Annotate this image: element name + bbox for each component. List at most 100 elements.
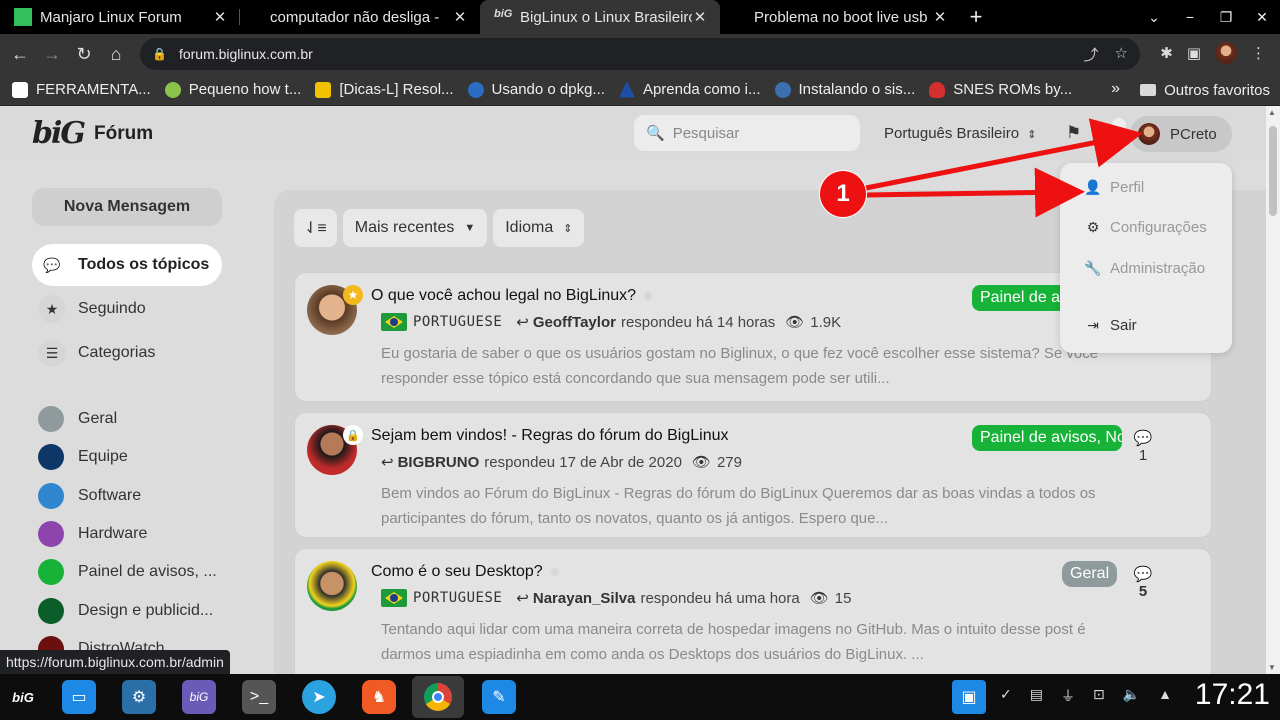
topic-title[interactable]: O que você achou legal no BigLinux? [371, 287, 653, 305]
sort-dropdown[interactable]: Mais recentes ▼ [342, 209, 488, 247]
extensions-icon[interactable]: ✱ [1160, 44, 1173, 62]
check-icon[interactable]: ✓ [1000, 686, 1012, 706]
bookmark-item[interactable]: Aprenda como i... [618, 81, 761, 98]
avatar [1138, 123, 1160, 145]
start-menu-logo-icon[interactable]: biG [6, 680, 40, 714]
close-tab-icon[interactable]: ✕ [932, 8, 948, 26]
sidebar-item-categories[interactable]: ☰ Categorias [32, 332, 224, 374]
notification-dot[interactable] [1112, 118, 1126, 132]
clock[interactable]: 17:21 [1195, 678, 1270, 712]
minimize-icon[interactable]: − [1172, 9, 1208, 25]
reload-icon[interactable]: ↻ [68, 44, 100, 65]
topic-title[interactable]: Como é o seu Desktop? [371, 563, 559, 581]
scrollbar-thumb[interactable] [1269, 126, 1277, 216]
side-panel-icon[interactable]: ▣ [1187, 44, 1201, 62]
reply-icon: ↩ [516, 314, 529, 331]
topic-card[interactable]: Como é o seu Desktop? PORTUGUESE ↩ Naray… [294, 548, 1212, 674]
tab-search-icon[interactable]: ⌄ [1136, 9, 1172, 26]
menu-item-settings[interactable]: ⚙ Configurações [1084, 219, 1207, 236]
usb-icon[interactable]: ⏚ [1061, 686, 1075, 706]
clipboard-icon[interactable]: ▤ [1030, 686, 1043, 706]
menu-item-admin[interactable]: 🔧 Administração [1084, 260, 1205, 277]
url-bar[interactable]: 🔒 forum.biglinux.com.br ⤴ ☆ [140, 38, 1140, 70]
tray-expand-icon[interactable]: ▲ [1158, 686, 1172, 706]
pinned-star-icon: ★ [343, 285, 363, 305]
language-selector[interactable]: Português Brasileiro ⇕ [884, 125, 1036, 142]
bookmark-item[interactable]: FERRAMENTA... [12, 81, 151, 98]
close-tab-icon[interactable]: ✕ [212, 8, 228, 26]
text-editor-icon[interactable]: ✎ [482, 680, 516, 714]
gear-icon: ⚙ [1086, 219, 1100, 235]
close-tab-icon[interactable]: ✕ [452, 8, 468, 26]
more-bookmarks-chevron-icon[interactable]: » [1111, 80, 1120, 98]
mushroom-icon [929, 81, 946, 98]
volume-icon[interactable]: 🔈 [1123, 686, 1140, 706]
browser-tab-problema-boot[interactable]: Problema no boot live usb ✕ [720, 0, 960, 34]
menu-kebab-icon[interactable]: ⋮ [1251, 44, 1266, 62]
topic-user[interactable]: Narayan_Silva [533, 590, 636, 607]
bookmarks-bar: FERRAMENTA... Pequeno how t... [Dicas-L]… [0, 74, 1280, 106]
file-manager-icon[interactable]: ▭ [62, 680, 96, 714]
bookmark-item[interactable]: Usando o dpkg... [467, 81, 605, 98]
forum-logo[interactable]: biG Fórum [32, 116, 153, 151]
share-icon[interactable]: ⤴ [1084, 44, 1099, 65]
category-equipe[interactable]: Equipe [32, 438, 224, 476]
sidebar-item-all-topics[interactable]: 💬 Todos os tópicos [32, 244, 222, 286]
biglinux-app-icon[interactable]: biG [182, 680, 216, 714]
other-bookmarks-folder[interactable]: Outros favoritos [1140, 74, 1270, 106]
browser-tab-biglinux[interactable]: biG BigLinux o Linux Brasileiro ✕ [480, 0, 720, 34]
flag-icon[interactable]: ⚑ [1066, 123, 1081, 143]
bookmark-item[interactable]: Pequeno how t... [164, 81, 301, 98]
close-window-icon[interactable]: ✕ [1244, 9, 1280, 26]
browser-tab-manjaro[interactable]: Manjaro Linux Forum ✕ [0, 0, 240, 34]
topic-action: respondeu 17 de Abr de 2020 [484, 453, 682, 471]
chrome-icon[interactable] [412, 676, 464, 718]
topic-card[interactable]: 🔒 Sejam bem vindos! - Regras do fórum do… [294, 412, 1212, 538]
browser-tab-bar: Manjaro Linux Forum ✕ computador não des… [0, 0, 1280, 34]
workspaces-icon[interactable]: ▣ [952, 680, 986, 714]
brave-icon[interactable]: ♞ [362, 680, 396, 714]
bookmark-item[interactable]: Instalando o sis... [774, 81, 915, 98]
menu-item-logout[interactable]: ⇥ Sair [1084, 317, 1137, 334]
category-design[interactable]: Design e publicid... [32, 591, 224, 629]
telegram-icon[interactable]: ➤ [302, 680, 336, 714]
category-badge[interactable]: Geral [1062, 561, 1118, 587]
unread-dot [550, 567, 559, 576]
category-geral[interactable]: Geral [32, 400, 224, 438]
network-icon[interactable]: ⊡ [1093, 686, 1105, 706]
category-badge[interactable]: Painel de avisos, No [972, 425, 1122, 451]
topic-title[interactable]: Sejam bem vindos! - Regras do fórum do B… [371, 427, 729, 445]
sort-direction-button[interactable]: ⇃≡ [294, 209, 337, 247]
close-tab-icon[interactable]: ✕ [692, 8, 708, 26]
language-filter-dropdown[interactable]: Idioma ⇕ [493, 209, 585, 247]
avatar[interactable] [307, 561, 357, 611]
category-software[interactable]: Software [32, 477, 224, 515]
bookmark-star-icon[interactable]: ☆ [1115, 44, 1128, 65]
scroll-up-icon[interactable]: ▲ [1268, 108, 1276, 117]
browser-tab-computador[interactable]: computador não desliga - ✕ [240, 0, 480, 34]
bookmark-item[interactable]: SNES ROMs by... [929, 81, 1072, 98]
new-message-button[interactable]: Nova Mensagem [32, 188, 222, 226]
search-input[interactable]: 🔍 Pesquisar [634, 115, 860, 151]
user-menu-button[interactable]: PCreto [1130, 116, 1232, 152]
terminal-icon[interactable]: >_ [242, 680, 276, 714]
scroll-down-icon[interactable]: ▼ [1268, 663, 1276, 672]
bookmark-item[interactable]: [Dicas-L] Resol... [315, 81, 454, 98]
sidebar-item-following[interactable]: ★ Seguindo [32, 288, 224, 330]
category-hardware[interactable]: Hardware [32, 515, 224, 553]
new-tab-button[interactable]: + [960, 0, 992, 34]
topic-user[interactable]: GeoffTaylor [533, 314, 616, 331]
menu-item-profile[interactable]: 👤 Perfil [1084, 179, 1144, 196]
lock-icon[interactable]: 🔒 [152, 47, 167, 61]
page-scrollbar[interactable]: ▲ ▼ [1266, 106, 1280, 674]
settings-app-icon[interactable]: ⚙ [122, 680, 156, 714]
forward-icon[interactable]: → [36, 44, 68, 65]
view-count: 15 [834, 589, 852, 607]
topic-user[interactable]: BIGBRUNO [398, 454, 480, 471]
back-icon[interactable]: ← [4, 44, 36, 65]
profile-avatar[interactable] [1215, 42, 1237, 64]
comments-icon: 💬 [43, 256, 61, 273]
maximize-icon[interactable]: ❐ [1208, 9, 1244, 26]
category-painel-avisos[interactable]: Painel de avisos, ... [32, 553, 224, 591]
home-icon[interactable]: ⌂ [100, 44, 132, 65]
